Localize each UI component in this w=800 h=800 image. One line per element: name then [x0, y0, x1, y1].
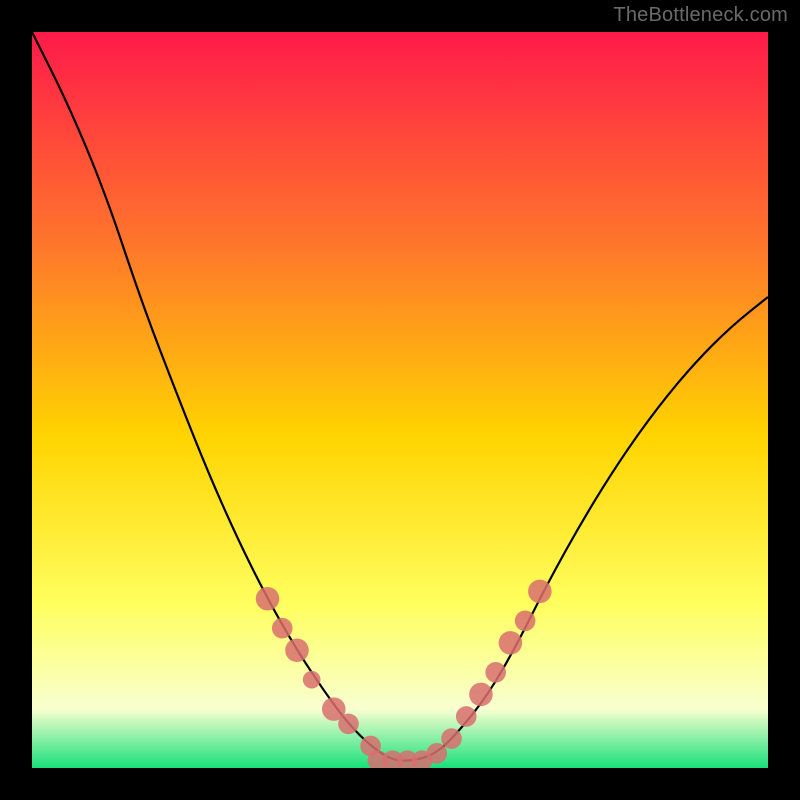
marker-point: [515, 611, 536, 632]
gradient-background: [32, 32, 768, 768]
chart-frame: TheBottleneck.com: [0, 0, 800, 800]
marker-point: [256, 587, 280, 611]
marker-point: [499, 631, 523, 655]
chart-svg: [32, 32, 768, 768]
marker-point: [469, 683, 493, 707]
marker-point: [441, 728, 462, 749]
plot-area: [32, 32, 768, 768]
watermark-text: TheBottleneck.com: [613, 4, 788, 27]
marker-point: [427, 743, 448, 764]
marker-point: [485, 662, 506, 683]
marker-point: [338, 714, 359, 735]
marker-point: [272, 618, 293, 639]
marker-point: [456, 706, 477, 727]
marker-point: [528, 580, 552, 604]
marker-point: [285, 638, 309, 662]
marker-point: [303, 671, 321, 689]
